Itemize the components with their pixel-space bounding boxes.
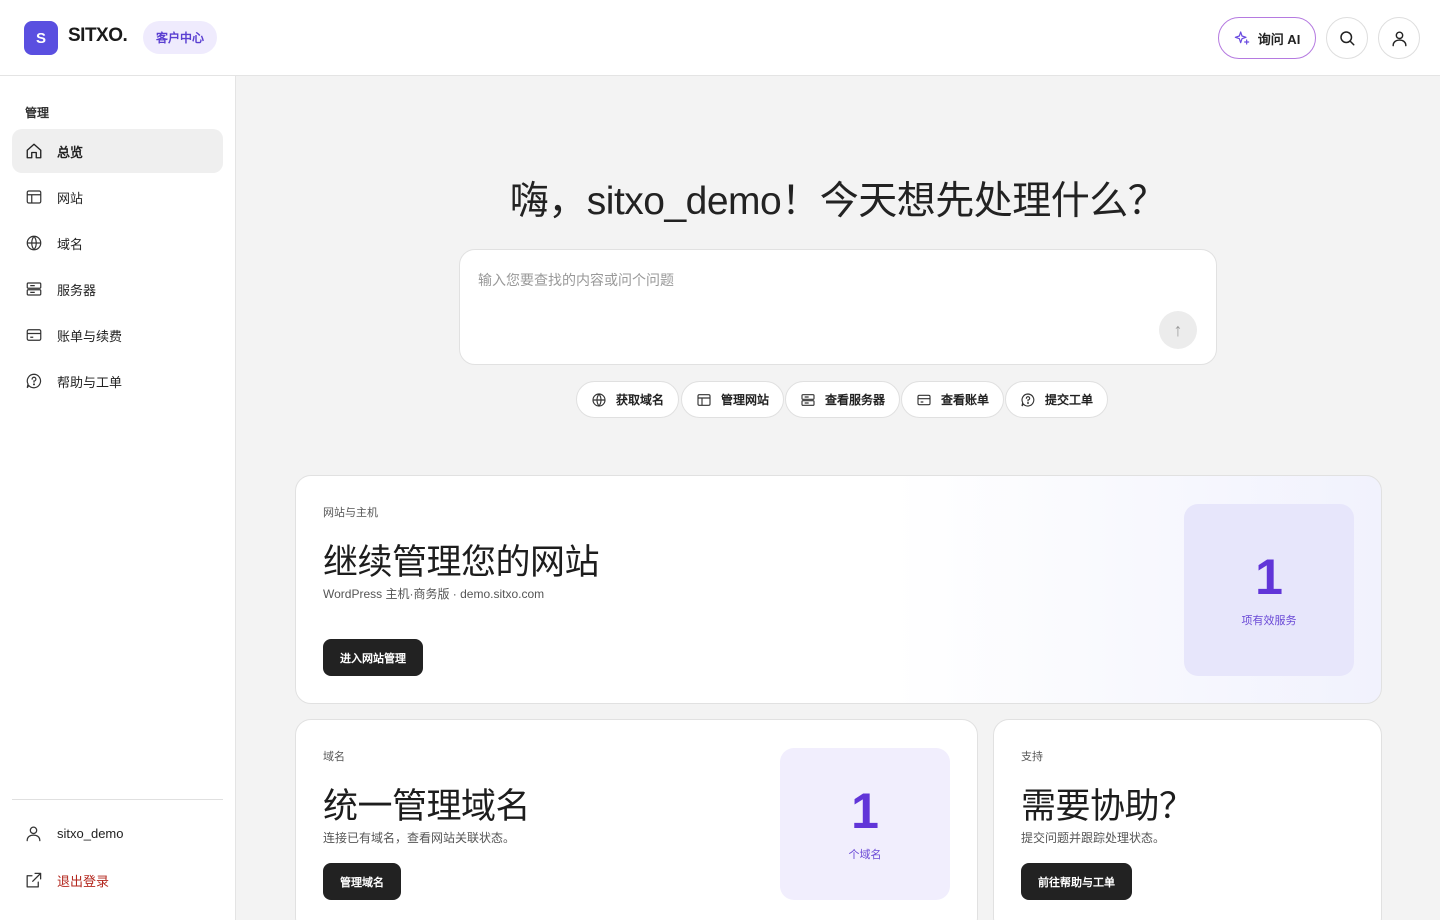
- quick-action-get-domain[interactable]: 获取域名: [576, 381, 680, 418]
- globe-icon: [26, 235, 42, 251]
- server-icon: [801, 393, 815, 406]
- sidebar-item-billing[interactable]: 账单与续费: [12, 313, 223, 357]
- sidebar-item-domains[interactable]: 域名: [12, 221, 223, 265]
- sidebar-user[interactable]: sitxo_demo: [24, 824, 123, 843]
- search-panel: ↑: [459, 249, 1217, 365]
- card-title: 需要协助？: [1021, 787, 1194, 826]
- ask-ai-button[interactable]: 询问 AI: [1218, 17, 1316, 59]
- go-to-help-tickets-button[interactable]: 前往帮助与工单: [1021, 863, 1132, 900]
- search-icon: [1340, 31, 1355, 46]
- stat-number: 1: [851, 783, 879, 839]
- sidebar-item-servers[interactable]: 服务器: [12, 267, 223, 311]
- card-description: WordPress 主机·商务版 · demo.sitxo.com: [323, 587, 545, 601]
- website-icon: [26, 190, 42, 204]
- card-description: 连接已有域名，查看网站关联状态。: [323, 831, 516, 845]
- brand-logo[interactable]: S: [24, 21, 58, 55]
- user-icon: [1391, 30, 1407, 46]
- quick-action-submit-ticket[interactable]: 提交工单: [1005, 381, 1109, 418]
- account-button[interactable]: [1378, 17, 1420, 59]
- sidebar-item-websites[interactable]: 网站: [12, 175, 223, 219]
- credit-card-icon: [26, 329, 42, 341]
- website-card: 网站与主机 继续管理您的网站 WordPress 主机·商务版 · demo.s…: [295, 475, 1382, 704]
- sidebar-item-label: 总览: [57, 144, 84, 160]
- sidebar-item-label: 服务器: [57, 282, 97, 298]
- sidebar: 管理 总览 网站 域名 服务器 账单与续费 帮助与工单 sitxo_demo 退…: [0, 76, 236, 920]
- help-icon: [26, 373, 42, 389]
- enter-website-management-button[interactable]: 进入网站管理: [323, 639, 423, 676]
- card-eyebrow: 支持: [1021, 751, 1043, 763]
- user-icon: [26, 826, 41, 842]
- card-eyebrow: 网站与主机: [323, 507, 378, 519]
- help-icon: [1021, 392, 1035, 406]
- quick-action-label: 查看账单: [941, 393, 990, 407]
- logout-label: 退出登录: [57, 874, 110, 889]
- card-title: 继续管理您的网站: [323, 543, 600, 582]
- brand-name[interactable]: SITXO.: [68, 25, 128, 47]
- stat-label: 个域名: [848, 849, 882, 861]
- quick-action-view-servers[interactable]: 查看服务器: [785, 381, 901, 418]
- website-icon: [697, 393, 711, 406]
- card-description: 提交问题并跟踪处理状态。: [1021, 831, 1166, 845]
- stat-label: 项有效服务: [1241, 615, 1297, 627]
- quick-action-view-billing[interactable]: 查看账单: [901, 381, 1005, 418]
- sidebar-username: sitxo_demo: [57, 826, 124, 841]
- quick-action-manage-website[interactable]: 管理网站: [681, 381, 785, 418]
- top-header: S SITXO. 客户中心 询问 AI: [0, 0, 1440, 76]
- website-stat-tile: 1 项有效服务: [1184, 504, 1354, 676]
- ask-ai-label: 询问 AI: [1257, 31, 1301, 47]
- quick-action-label: 获取域名: [616, 393, 665, 407]
- sidebar-section-label: 管理: [25, 106, 50, 120]
- send-button[interactable]: ↑: [1159, 311, 1197, 349]
- card-eyebrow: 域名: [323, 751, 345, 763]
- sidebar-item-label: 帮助与工单: [57, 374, 123, 390]
- sidebar-item-help[interactable]: 帮助与工单: [12, 359, 223, 403]
- manage-domains-button[interactable]: 管理域名: [323, 863, 401, 900]
- arrow-up-icon: ↑: [1173, 319, 1183, 340]
- server-icon: [26, 282, 42, 296]
- sidebar-divider: [12, 799, 223, 800]
- sidebar-item-label: 网站: [57, 190, 84, 206]
- quick-action-label: 查看服务器: [825, 393, 886, 407]
- sidebar-item-label: 域名: [57, 236, 84, 252]
- home-icon: [26, 143, 42, 159]
- stat-number: 1: [1255, 549, 1283, 605]
- support-card: 支持 需要协助？ 提交问题并跟踪处理状态。 前往帮助与工单: [993, 719, 1382, 920]
- domain-stat-tile: 1 个域名: [780, 748, 950, 900]
- greeting-heading: 嗨，sitxo_demo！今天想先处理什么？: [509, 180, 1167, 223]
- sparkle-icon: [1234, 31, 1249, 45]
- globe-icon: [592, 392, 606, 407]
- customer-center-badge[interactable]: 客户中心: [143, 21, 218, 54]
- card-title: 统一管理域名: [323, 787, 531, 826]
- external-link-icon: [26, 872, 42, 888]
- domain-card: 域名 统一管理域名 连接已有域名，查看网站关联状态。 管理域名 1 个域名: [295, 719, 978, 920]
- logout-button[interactable]: 退出登录: [24, 871, 109, 890]
- search-input[interactable]: [478, 268, 1178, 292]
- quick-action-label: 管理网站: [721, 393, 770, 407]
- sidebar-item-label: 账单与续费: [57, 328, 123, 344]
- quick-action-label: 提交工单: [1045, 393, 1094, 407]
- sidebar-item-overview[interactable]: 总览: [12, 129, 223, 173]
- credit-card-icon: [917, 394, 931, 405]
- search-button[interactable]: [1326, 17, 1368, 59]
